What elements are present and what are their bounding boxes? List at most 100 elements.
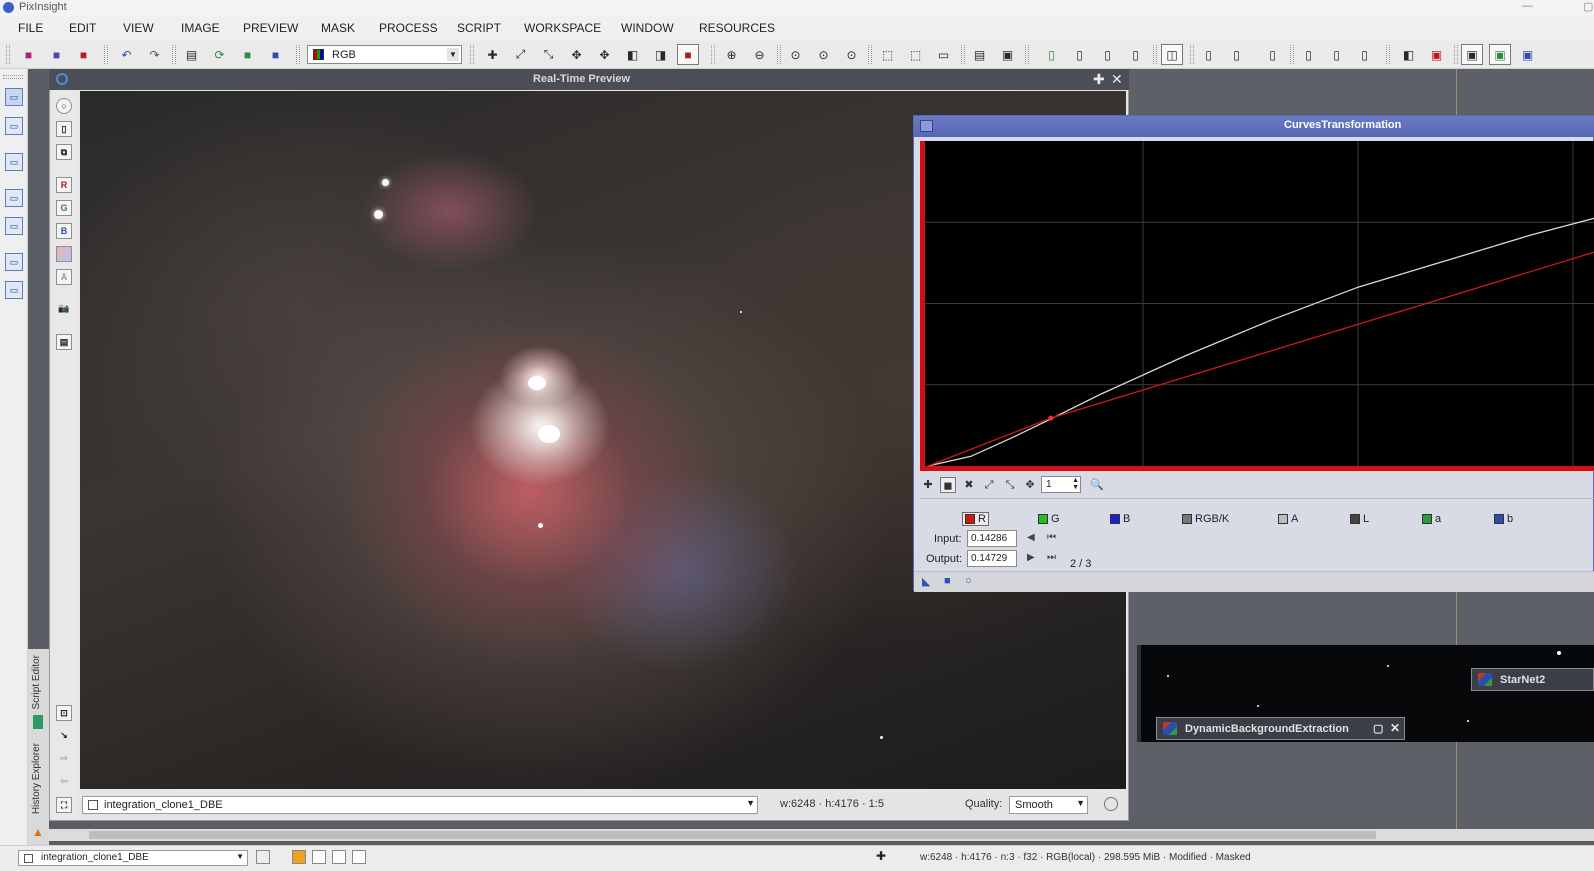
- zoom-spinbox[interactable]: 1 ▲ ▼: [1041, 476, 1081, 493]
- channel-b[interactable]: B: [1110, 513, 1130, 525]
- sidebar-item-file-explorer[interactable]: ▭: [5, 189, 23, 207]
- process-icon[interactable]: ▯: [1328, 46, 1345, 63]
- dynamic-operation-icon[interactable]: ◨: [652, 46, 669, 63]
- image-window-titlebar[interactable]: Real-Time Preview ✚ ✕: [49, 69, 1129, 90]
- zoom-out-mode-icon[interactable]: ⤡: [540, 46, 557, 63]
- open-image-icon[interactable]: ■: [48, 46, 65, 63]
- view-mode-icon[interactable]: [256, 850, 270, 864]
- graph-scrollbar[interactable]: [920, 498, 1594, 506]
- duplicate-icon[interactable]: ▤: [183, 46, 200, 63]
- last-point-icon[interactable]: ⏭: [1047, 552, 1056, 563]
- process-icon[interactable]: ▯: [1356, 46, 1373, 63]
- workspace-icon[interactable]: ▣: [1489, 44, 1511, 65]
- reset-icon[interactable]: ○: [965, 575, 972, 587]
- camera-icon[interactable]: 📷: [56, 301, 72, 317]
- apply-icon[interactable]: ■: [944, 575, 951, 587]
- toolbar-grip[interactable]: [6, 45, 10, 64]
- minimize-icon[interactable]: —: [1522, 0, 1533, 12]
- pan-mode-icon[interactable]: ✥: [1022, 477, 1038, 493]
- view-select[interactable]: integration_clone1_DBE ▼: [82, 796, 758, 814]
- toolbar-grip[interactable]: [1454, 45, 1458, 64]
- edit-point-icon[interactable]: ✚: [920, 477, 936, 493]
- swatch-icon[interactable]: [352, 850, 366, 864]
- status-view-select[interactable]: integration_clone1_DBE ▼: [18, 850, 248, 866]
- zoom-optimal-icon[interactable]: ⊙: [843, 46, 860, 63]
- track-view-icon[interactable]: ○: [56, 98, 72, 114]
- output-field[interactable]: 0.14729: [967, 550, 1017, 567]
- sidebar-item-processing-console[interactable]: ▭: [5, 281, 23, 299]
- real-time-preview-icon[interactable]: ◫: [1161, 44, 1183, 65]
- zoom-in-mode-icon[interactable]: ⤢: [981, 477, 997, 493]
- toolbar-grip[interactable]: [711, 45, 715, 64]
- mask-show-icon[interactable]: ■: [239, 46, 256, 63]
- curves-titlebar[interactable]: CurvesTransformation: [914, 116, 1594, 137]
- preview-mode-icon[interactable]: ▯: [56, 121, 72, 137]
- zoom-out-mode-icon[interactable]: ⤡: [1002, 477, 1018, 493]
- curve-graph[interactable]: [920, 141, 1594, 471]
- center-mode-icon[interactable]: ✥: [596, 46, 613, 63]
- process-icon[interactable]: ▯: [1264, 46, 1281, 63]
- stf-toggle-icon[interactable]: ▤: [971, 46, 988, 63]
- toolbar-grip[interactable]: [961, 45, 965, 64]
- toolbar-grip[interactable]: [172, 45, 176, 64]
- maximize-icon[interactable]: ▢: [1373, 722, 1383, 735]
- arrow-diagonal-icon[interactable]: ↘: [56, 728, 72, 744]
- toolbar-grip[interactable]: [296, 45, 300, 64]
- menu-script[interactable]: SCRIPT: [457, 21, 501, 35]
- menu-mask[interactable]: MASK: [321, 21, 355, 35]
- process-icon[interactable]: ▯: [1228, 46, 1245, 63]
- fit-view-icon[interactable]: ⬚: [879, 46, 896, 63]
- sidebar-item-history[interactable]: ▭: [5, 253, 23, 271]
- delete-point-icon[interactable]: ✖: [961, 477, 977, 493]
- next-point-icon[interactable]: ▶: [1027, 552, 1035, 563]
- curve-plot[interactable]: [920, 141, 1594, 471]
- channel-r[interactable]: R: [962, 512, 989, 526]
- close-icon[interactable]: ✕: [1111, 71, 1123, 88]
- menu-window[interactable]: WINDOW: [621, 21, 674, 35]
- channel-a-alpha[interactable]: A: [1278, 513, 1298, 525]
- maximize-icon[interactable]: ▢: [1583, 0, 1593, 13]
- stf-reset-icon[interactable]: ▣: [999, 46, 1016, 63]
- new-image-icon[interactable]: ■: [20, 46, 37, 63]
- forward-icon[interactable]: ⇨: [56, 751, 72, 767]
- zoom-icon[interactable]: 🔍: [1089, 477, 1105, 493]
- sidebar-item-process-explorer[interactable]: ▭: [5, 88, 23, 106]
- zoom-1-1-icon[interactable]: ⊙: [787, 46, 804, 63]
- toolbar-grip[interactable]: [1153, 45, 1157, 64]
- snapshot-icon[interactable]: ▤: [56, 334, 72, 350]
- menu-view[interactable]: VIEW: [123, 21, 154, 35]
- sidebar-item-view-explorer[interactable]: ▭: [5, 117, 23, 135]
- channel-l[interactable]: L: [1350, 513, 1369, 525]
- resize-window-icon[interactable]: ▭: [935, 46, 952, 63]
- process-icon[interactable]: ▯: [1200, 46, 1217, 63]
- quality-select[interactable]: Smooth ▼: [1009, 796, 1088, 814]
- menu-file[interactable]: FILE: [18, 21, 43, 35]
- tab-script-editor[interactable]: Script Editor: [31, 655, 42, 709]
- alpha-channel-icon[interactable]: A: [56, 269, 72, 285]
- channel-g[interactable]: G: [1038, 513, 1060, 525]
- scrollbar-thumb[interactable]: [89, 831, 1376, 839]
- input-field[interactable]: 0.14286: [967, 530, 1017, 547]
- expand-icon[interactable]: ⛶: [56, 797, 72, 813]
- fit-icon[interactable]: ⊡: [56, 705, 72, 721]
- back-icon[interactable]: ⇦: [56, 774, 72, 790]
- preview-icon[interactable]: ▯: [1127, 46, 1144, 63]
- dbe-window[interactable]: DynamicBackgroundExtraction ▢ ✕: [1156, 717, 1405, 740]
- pan-mode-icon[interactable]: ✥: [568, 46, 585, 63]
- close-icon[interactable]: ✕: [1390, 721, 1400, 735]
- mask-invert-icon[interactable]: ■: [267, 46, 284, 63]
- close-views-icon[interactable]: ▣: [1428, 46, 1445, 63]
- prev-point-icon[interactable]: ◀: [1027, 532, 1035, 543]
- copy-preview-icon[interactable]: ⧉: [56, 144, 72, 160]
- workspace-icon[interactable]: ▣: [1461, 44, 1483, 65]
- swatch-icon[interactable]: [312, 850, 326, 864]
- toolbar-grip[interactable]: [777, 45, 781, 64]
- explorer-icon[interactable]: ◧: [1400, 46, 1417, 63]
- sidebar-item-format-explorer[interactable]: ▭: [5, 153, 23, 171]
- menu-edit[interactable]: EDIT: [69, 21, 96, 35]
- color-mode-select[interactable]: RGB ▼: [307, 45, 462, 64]
- toolbar-grip[interactable]: [868, 45, 872, 64]
- new-preview-icon[interactable]: ▯: [1043, 46, 1060, 63]
- first-point-icon[interactable]: ⏮: [1047, 532, 1056, 543]
- preview-icon[interactable]: ▯: [1071, 46, 1088, 63]
